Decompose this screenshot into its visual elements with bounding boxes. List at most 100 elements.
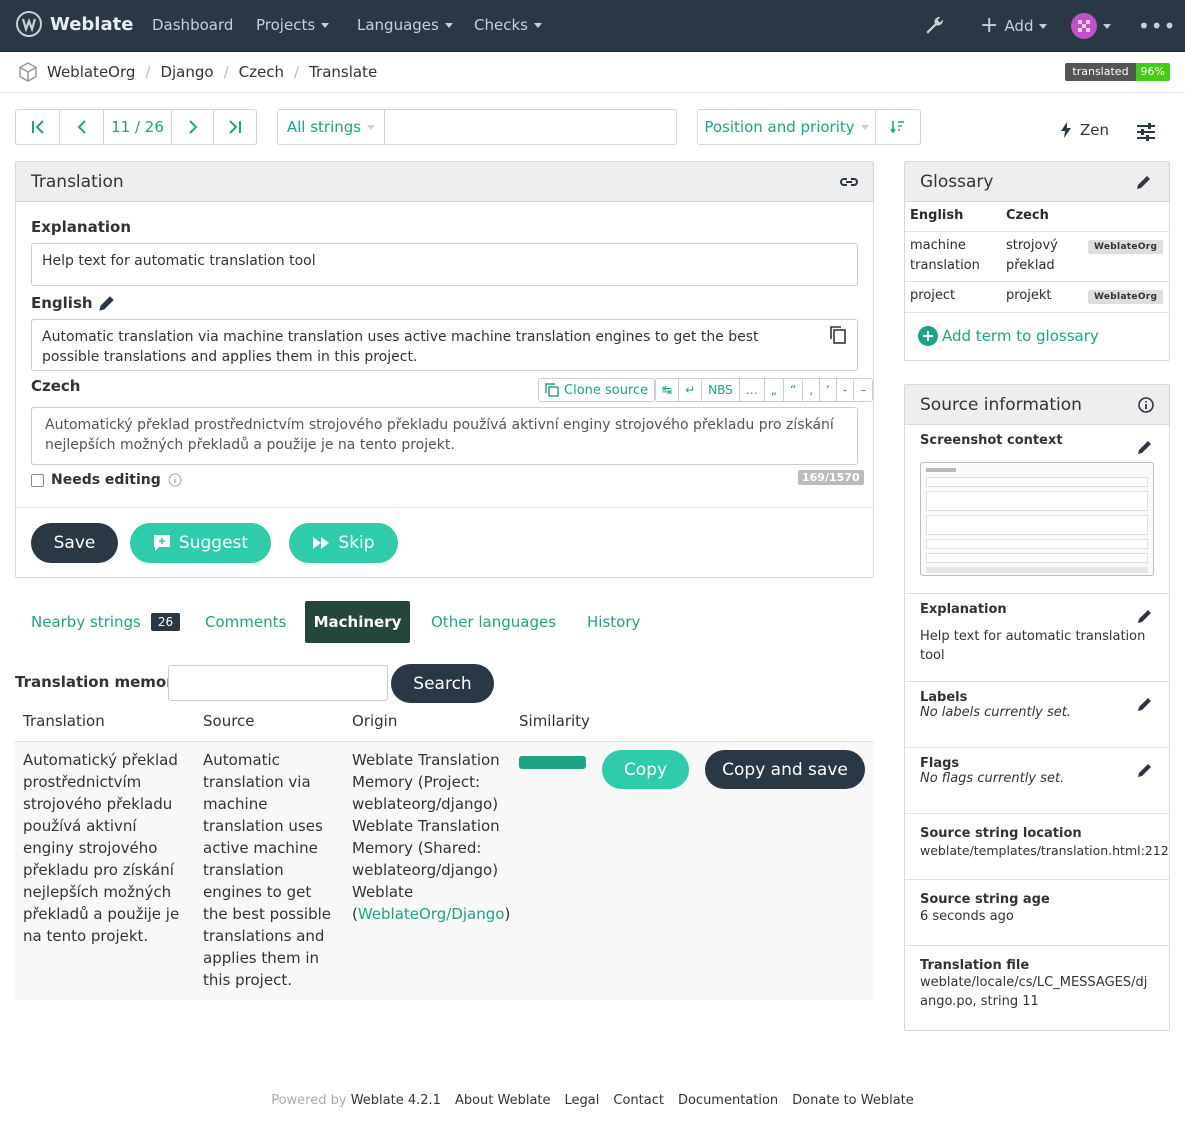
more-menu-icon[interactable]: ••• [1138, 14, 1176, 38]
nav-dashboard[interactable]: Dashboard [152, 0, 233, 52]
link-icon[interactable] [840, 173, 858, 191]
special-char-button[interactable]: “ [782, 379, 802, 401]
save-button[interactable]: Save [31, 523, 118, 563]
tab-history[interactable]: History [587, 601, 640, 643]
previous-string-button[interactable] [60, 110, 104, 144]
nav-projects[interactable]: Projects [256, 0, 329, 52]
checkbox[interactable] [31, 473, 44, 487]
user-menu[interactable] [1071, 13, 1111, 39]
nav-add[interactable]: + Add [980, 0, 1047, 52]
thumbnail-box [926, 539, 1148, 549]
memory-search-input[interactable] [168, 665, 388, 701]
column-similarity: Similarity [519, 712, 590, 730]
footer-link-legal[interactable]: Legal [565, 1093, 600, 1108]
plus-icon: + [980, 13, 999, 38]
sort-direction-button[interactable] [876, 110, 920, 144]
special-char-button[interactable]: … [738, 379, 764, 401]
skip-label: Skip [338, 533, 375, 553]
next-string-button[interactable] [172, 110, 214, 144]
translation-panel: Translation Explanation Help text for au… [15, 161, 874, 578]
pencil-icon[interactable] [1135, 437, 1155, 457]
filter-dropdown[interactable]: All strings [278, 110, 385, 144]
translation-progress-badge[interactable]: translated 96% [1065, 63, 1170, 81]
translation-textarea[interactable]: Automatický překlad prostřednictvím stro… [31, 407, 858, 465]
origin-weblate-suffix: ) [504, 905, 511, 923]
string-position[interactable]: 11 / 26 [104, 110, 172, 144]
needs-editing-checkbox[interactable]: Needs editing [31, 472, 182, 488]
filter-label: All strings [286, 118, 362, 136]
special-char-button[interactable]: – [853, 379, 872, 401]
breadcrumb-language[interactable]: Czech [239, 63, 284, 81]
clone-source-button[interactable]: Clone source [538, 378, 656, 402]
pencil-icon[interactable] [1135, 606, 1155, 626]
tab-comments[interactable]: Comments [205, 601, 286, 643]
breadcrumb-component[interactable]: Django [160, 63, 213, 81]
chevron-right-icon [188, 120, 197, 134]
special-characters-toolbar: ↹ ↵ NBS… „ “‚ ‘- – [655, 378, 874, 402]
column-origin: Origin [352, 712, 398, 730]
info-icon[interactable] [168, 473, 182, 487]
search-group: All strings [277, 109, 677, 145]
brand-logo[interactable]: Weblate [16, 11, 133, 37]
memory-translation: Automatický překlad prostřednictvím stro… [23, 751, 180, 945]
copy-button[interactable]: Copy [602, 750, 689, 789]
origin-project: Weblate Translation Memory (Project: web… [352, 751, 500, 813]
special-char-button[interactable]: ‚ [802, 379, 819, 401]
footer-link-about[interactable]: About Weblate [455, 1093, 551, 1108]
glossary-header: Glossary [905, 162, 1169, 202]
footer-link-contact[interactable]: Contact [613, 1093, 664, 1108]
thumbnail-box [926, 553, 1148, 563]
pencil-icon[interactable] [97, 293, 117, 313]
memory-search-button[interactable]: Search [391, 664, 494, 703]
skip-button[interactable]: Skip [289, 523, 398, 563]
special-char-button[interactable]: ‘ [819, 379, 836, 401]
skip-last-icon [229, 120, 241, 134]
string-navigation: 11 / 26 [15, 109, 257, 145]
tab-other-languages[interactable]: Other languages [431, 601, 556, 643]
breadcrumb-project[interactable]: WeblateOrg [47, 63, 135, 81]
copy-icon[interactable] [830, 326, 846, 344]
info-icon[interactable] [1138, 396, 1154, 413]
sort-dropdown[interactable]: Position and priority [698, 110, 876, 144]
add-term-label: Add term to glossary [942, 327, 1099, 345]
special-char-button[interactable]: ↹ [656, 379, 678, 401]
panel-title: Translation [31, 171, 124, 192]
screenshot-label: Screenshot context [920, 433, 1063, 448]
screenshot-thumbnail[interactable] [920, 462, 1154, 576]
pencil-icon[interactable] [1134, 172, 1154, 192]
nav-languages[interactable]: Languages [357, 0, 453, 52]
last-string-button[interactable] [214, 110, 256, 144]
nav-checks[interactable]: Checks [474, 0, 542, 52]
footer-link-donate[interactable]: Donate to Weblate [792, 1093, 914, 1108]
search-field[interactable] [385, 111, 676, 143]
add-term-button[interactable]: Add term to glossary [918, 326, 1099, 346]
settings-sliders-icon[interactable] [1137, 123, 1155, 141]
progress-label: translated [1065, 63, 1136, 81]
divider [905, 281, 1169, 282]
pencil-icon[interactable] [1135, 694, 1155, 714]
glossary-title: Glossary [920, 171, 994, 192]
tab-machinery[interactable]: Machinery [305, 601, 410, 643]
divider [16, 507, 873, 508]
origin-link[interactable]: WeblateOrg/Django [358, 905, 505, 923]
screenshot-section: Screenshot context [905, 425, 1169, 593]
zen-mode-button[interactable]: Zen [1060, 121, 1109, 139]
source-string: Automatic translation via machine transl… [31, 319, 858, 371]
wrench-icon[interactable] [922, 14, 946, 38]
footer-link-documentation[interactable]: Documentation [678, 1093, 778, 1108]
nav-projects-label: Projects [256, 16, 316, 34]
first-string-button[interactable] [16, 110, 60, 144]
special-char-button[interactable]: „ [763, 379, 783, 401]
special-char-button[interactable]: ↵ [678, 379, 701, 401]
pencil-icon[interactable] [1135, 760, 1155, 780]
search-input[interactable] [385, 110, 676, 144]
file-label: Translation file [920, 958, 1030, 973]
copy-and-save-button[interactable]: Copy and save [705, 750, 865, 789]
memory-origin: Weblate Translation Memory (Project: web… [352, 749, 512, 925]
thumbnail-box [926, 477, 1148, 487]
weblate-version-link[interactable]: Weblate 4.2.1 [351, 1093, 441, 1108]
tab-nearby-strings[interactable]: Nearby strings 26 [31, 601, 181, 643]
special-char-button[interactable]: - [835, 379, 853, 401]
suggest-button[interactable]: Suggest [130, 523, 271, 563]
special-char-button[interactable]: NBS [701, 379, 739, 401]
